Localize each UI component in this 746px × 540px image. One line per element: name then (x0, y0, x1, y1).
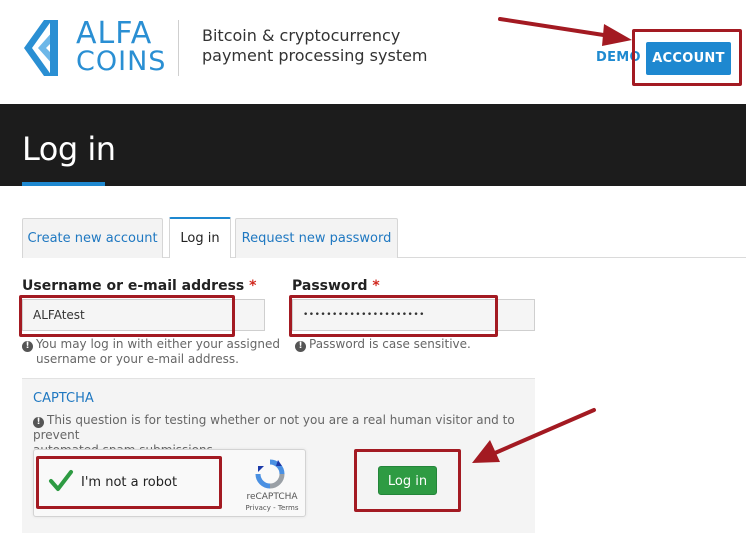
info-icon: ! (295, 341, 306, 352)
username-description-line-1: You may log in with either your assigned (36, 337, 280, 351)
logo-text-alfa: ALFA (76, 16, 153, 51)
captcha-description-line-1: This question is for testing whether or … (33, 413, 515, 442)
alfacoins-logo[interactable]: ALFA COINS (22, 18, 165, 78)
password-required-mark: * (372, 278, 380, 294)
logo-text-coins: COINS (76, 46, 167, 77)
recaptcha-links[interactable]: Privacy - Terms (242, 504, 302, 512)
tab-create-account[interactable]: Create new account (22, 218, 163, 258)
password-label: Password * (292, 278, 380, 294)
title-accent-bar (22, 182, 105, 186)
info-icon: ! (33, 417, 44, 428)
recaptcha-logo-icon (255, 459, 285, 489)
username-required-mark: * (249, 278, 257, 294)
captcha-title: CAPTCHA (33, 391, 94, 406)
password-label-text: Password (292, 278, 368, 294)
password-description: ! Password is case sensitive. (295, 337, 535, 352)
username-description: ! You may log in with either your assigne… (22, 337, 282, 366)
info-icon: ! (22, 341, 33, 352)
username-label-text: Username or e-mail address (22, 278, 245, 294)
tab-log-in[interactable]: Log in (169, 217, 231, 258)
page-title: Log in (22, 130, 116, 168)
username-description-line-2: username or your e-mail address. (36, 352, 239, 366)
site-tagline: Bitcoin & cryptocurrency payment process… (202, 26, 428, 66)
header-divider (178, 20, 179, 76)
annotation-box-login (354, 449, 461, 512)
annotation-box-account (632, 29, 742, 86)
recaptcha-brand: reCAPTCHA (246, 492, 298, 502)
username-label: Username or e-mail address * (22, 278, 256, 294)
annotation-box-captcha (36, 456, 222, 509)
login-tabs: Create new account Log in Request new pa… (22, 217, 746, 258)
tagline-line-1: Bitcoin & cryptocurrency (202, 26, 401, 45)
password-description-text: Password is case sensitive. (309, 337, 471, 351)
alfacoins-logo-icon (24, 20, 58, 76)
page-title-bar: Log in (0, 104, 746, 186)
annotation-box-password (289, 295, 498, 337)
tab-request-password[interactable]: Request new password (235, 218, 398, 258)
tagline-line-2: payment processing system (202, 46, 428, 65)
annotation-box-username (19, 295, 235, 337)
